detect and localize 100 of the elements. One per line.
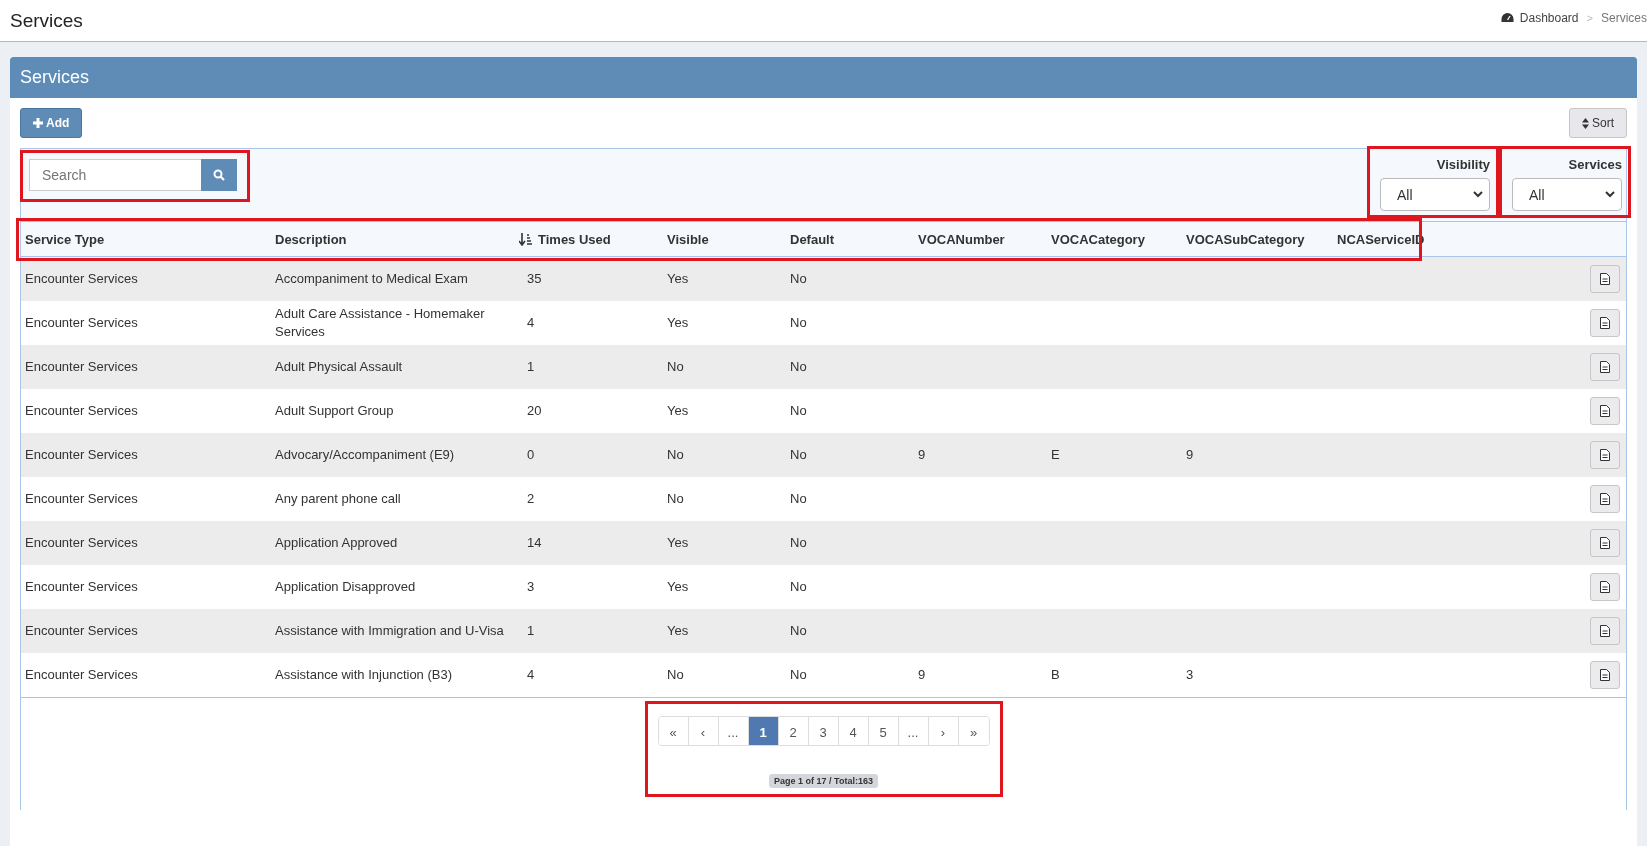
document-icon xyxy=(1600,449,1610,461)
details-button[interactable] xyxy=(1590,485,1620,513)
column-header[interactable]: Times Used xyxy=(538,231,611,247)
column-header[interactable]: Default xyxy=(790,231,835,247)
document-icon xyxy=(1600,361,1610,373)
document-icon xyxy=(1600,273,1610,285)
search-field[interactable]: Search xyxy=(29,159,201,191)
table-cell: No xyxy=(790,535,807,551)
plus-icon xyxy=(33,118,43,128)
sort-icon xyxy=(1582,117,1589,129)
table-cell: Yes xyxy=(667,535,689,551)
table-cell: 0 xyxy=(527,447,535,463)
table-cell: No xyxy=(790,447,807,463)
table-cell: Accompaniment to Medical Exam xyxy=(275,271,468,287)
details-button[interactable] xyxy=(1590,309,1620,337)
column-header[interactable]: VOCANumber xyxy=(918,231,1005,247)
filter-label: Visibility xyxy=(1436,157,1490,172)
table-cell: No xyxy=(667,491,684,507)
table-cell: No xyxy=(667,447,684,463)
table-cell: Encounter Services xyxy=(25,271,138,287)
document-icon xyxy=(1600,317,1610,329)
table-cell: 3 xyxy=(527,579,535,595)
document-icon xyxy=(1600,537,1610,549)
search-icon xyxy=(213,169,225,181)
page-button[interactable]: « xyxy=(658,717,689,745)
table-cell: Encounter Services xyxy=(25,403,138,419)
table-cell: No xyxy=(790,623,807,639)
details-button[interactable] xyxy=(1590,573,1620,601)
table-cell: Yes xyxy=(667,271,689,287)
table-cell: Encounter Services xyxy=(25,667,138,683)
table-cell: 35 xyxy=(527,271,542,287)
table-cell: Adult Support Group xyxy=(275,403,394,419)
breadcrumb-separator: > xyxy=(1586,11,1593,24)
column-header[interactable]: VOCASubCategory xyxy=(1186,231,1305,247)
table-cell: No xyxy=(790,271,807,287)
details-button[interactable] xyxy=(1590,661,1620,689)
filter-dropdown[interactable]: All xyxy=(1380,178,1490,211)
table-cell: No xyxy=(667,359,684,375)
table-cell: Encounter Services xyxy=(25,491,138,507)
table-cell: 4 xyxy=(527,667,535,683)
table-cell: Assistance with Injunction (B3) xyxy=(275,667,453,683)
table-cell: Adult Physical Assault xyxy=(275,359,403,375)
details-button[interactable] xyxy=(1590,441,1620,469)
search-button[interactable] xyxy=(201,159,237,191)
table-cell: Yes xyxy=(667,403,689,419)
table-cell: E xyxy=(1051,447,1060,463)
filter-label: Services xyxy=(1568,157,1622,172)
page-title: Services xyxy=(10,9,83,32)
table-cell: No xyxy=(790,315,807,331)
column-header[interactable]: Description xyxy=(275,231,347,247)
sort-button[interactable]: Sort xyxy=(1569,108,1627,138)
document-icon xyxy=(1600,405,1610,417)
details-button[interactable] xyxy=(1590,617,1620,645)
details-button[interactable] xyxy=(1590,265,1620,293)
panel-header: Services xyxy=(10,57,1637,98)
table-cell: Advocary/Accompaniment (E9) xyxy=(275,447,455,463)
column-header[interactable]: Visible xyxy=(667,231,709,247)
table-cell: 9 xyxy=(1186,447,1194,463)
breadcrumb-link[interactable]: Dashboard xyxy=(1500,10,1579,25)
table-cell: 14 xyxy=(527,535,542,551)
table-cell: Adult Care Assistance - Homemaker Services xyxy=(275,306,485,339)
table-cell: Yes xyxy=(667,579,689,595)
add-button[interactable]: Add xyxy=(20,108,83,138)
column-header[interactable]: Service Type xyxy=(25,231,105,247)
details-button[interactable] xyxy=(1590,397,1620,425)
table-cell: Encounter Services xyxy=(25,623,138,639)
breadcrumb-current: Services xyxy=(1601,10,1647,25)
table-cell: Encounter Services xyxy=(25,359,138,375)
table-cell: 9 xyxy=(918,447,926,463)
table-cell: No xyxy=(790,359,807,375)
table-cell: 20 xyxy=(527,403,542,419)
table-cell: Encounter Services xyxy=(25,579,138,595)
dashboard-icon xyxy=(1500,12,1514,23)
document-icon xyxy=(1600,669,1610,681)
table-cell: Assistance with Immigration and U-Visa xyxy=(275,623,504,639)
table-cell: No xyxy=(790,491,807,507)
table-cell: 1 xyxy=(527,359,535,375)
table-cell: Yes xyxy=(667,623,689,639)
table-cell: Yes xyxy=(667,315,689,331)
table-cell: 1 xyxy=(527,623,535,639)
table-cell: B xyxy=(1051,667,1060,683)
page-button[interactable]: 1 xyxy=(748,717,779,745)
column-header[interactable]: VOCACategory xyxy=(1051,231,1145,247)
details-button[interactable] xyxy=(1590,529,1620,557)
details-button[interactable] xyxy=(1590,353,1620,381)
chevron-icon xyxy=(1473,191,1483,198)
table-cell: No xyxy=(790,579,807,595)
table-cell: 3 xyxy=(1186,667,1194,683)
table-cell: No xyxy=(790,403,807,419)
filter-dropdown[interactable]: All xyxy=(1512,178,1622,211)
table-cell: Encounter Services xyxy=(25,315,138,331)
table-cell: Encounter Services xyxy=(25,535,138,551)
document-icon xyxy=(1600,493,1610,505)
table-cell: 4 xyxy=(527,315,535,331)
table-cell: Any parent phone call xyxy=(275,491,401,507)
page-summary: Page 1 of 17 / Total:163 xyxy=(769,774,878,788)
table-cell: 9 xyxy=(918,667,926,683)
document-icon xyxy=(1600,581,1610,593)
table-cell: Application Disapproved xyxy=(275,579,416,595)
table-cell: 2 xyxy=(527,491,535,507)
